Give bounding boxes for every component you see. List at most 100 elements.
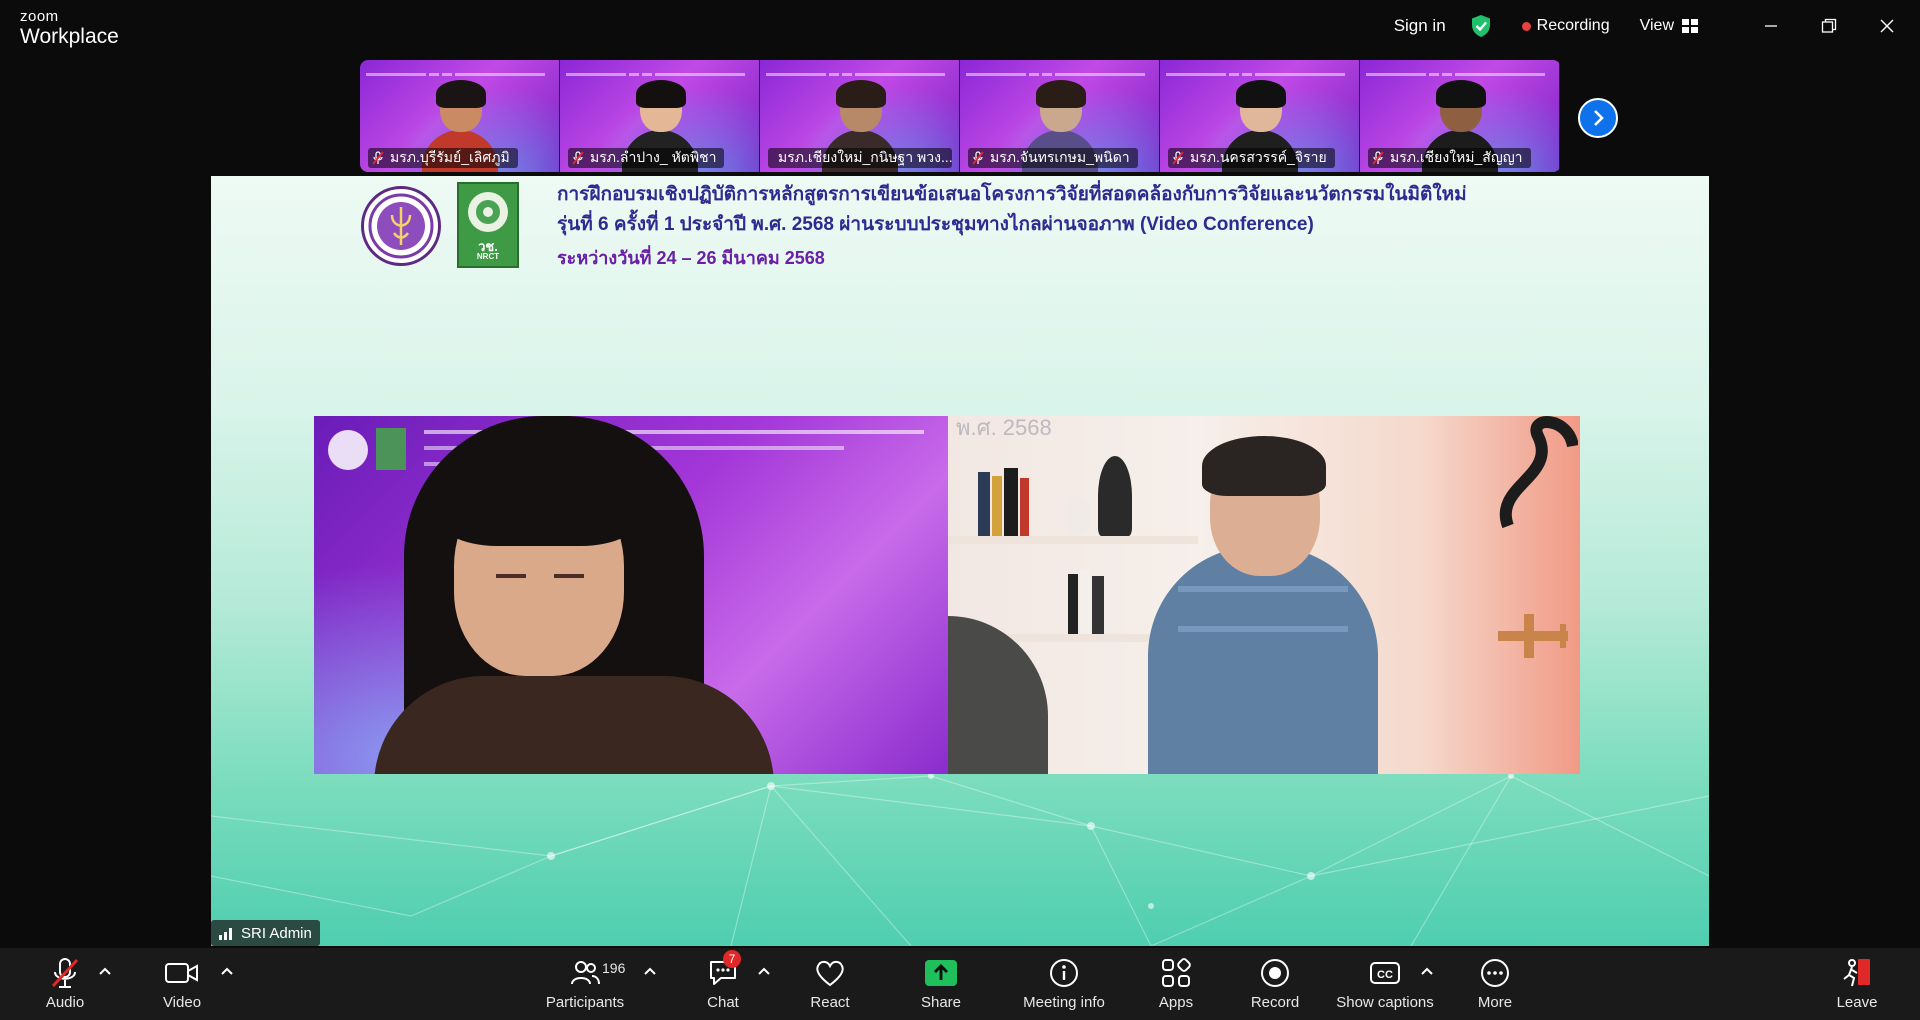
- presenter-video-left[interactable]: [314, 416, 948, 774]
- video-camera-icon: [165, 963, 198, 983]
- title-bar: zoom Workplace Sign in Recording View: [0, 0, 1920, 56]
- active-speaker-label: SRI Admin: [211, 920, 320, 946]
- video-label: Video: [162, 994, 202, 1011]
- participant-name-tag: มรภ.เชียงใหม่_สัญญา: [1368, 148, 1531, 168]
- close-window-button[interactable]: [1858, 0, 1916, 52]
- apps-button[interactable]: Apps: [1131, 956, 1221, 1011]
- participant-thumbnail[interactable]: มรภ.เชียงใหม่_สัญญา: [1360, 60, 1560, 172]
- react-label: React: [810, 994, 850, 1011]
- thumbnail-slide-header: [966, 66, 1154, 77]
- recording-label: Recording: [1536, 17, 1610, 34]
- participant-name-tag: มรภ.บุรีรัมย์_เลิศภูมิ: [368, 148, 518, 168]
- audio-options-caret-icon[interactable]: [98, 966, 112, 976]
- chat-button[interactable]: 7 Chat: [678, 950, 768, 1011]
- svg-text:CC: CC: [1377, 969, 1393, 981]
- view-label: View: [1639, 17, 1674, 34]
- audio-label: Audio: [45, 994, 85, 1011]
- participant-name: มรภ.บุรีรัมย์_เลิศภูมิ: [390, 149, 510, 165]
- participant-name: มรภ.เชียงใหม่_สัญญา: [1390, 149, 1523, 165]
- chat-label: Chat: [707, 994, 739, 1011]
- participant-thumbnail[interactable]: มรภ.เชียงใหม่_กนิษฐา พวง...: [760, 60, 960, 172]
- participant-name: มรภ.นครสวรรค์_จิราย: [1190, 149, 1327, 165]
- participants-count: 196: [602, 960, 626, 976]
- thumbnail-slide-header: [1366, 66, 1554, 77]
- participant-thumbnail[interactable]: มรภ.ลำปาง_ หัตพิชา: [560, 60, 760, 172]
- minimize-icon: [1765, 25, 1777, 27]
- video-overlay-text: พ.ศ. 2568: [956, 416, 1052, 440]
- apps-label: Apps: [1158, 994, 1194, 1011]
- more-button[interactable]: More: [1450, 956, 1540, 1011]
- video-options-caret-icon[interactable]: [220, 966, 234, 976]
- participants-icon: [571, 961, 600, 985]
- info-icon: [1050, 959, 1078, 987]
- shared-screen: วช. NRCT การฝึกอบรมเชิงปฏิบัติการหลักสูต…: [211, 176, 1709, 946]
- thumbnail-slide-header: [766, 66, 954, 77]
- show-captions-button[interactable]: CC Show captions: [1330, 956, 1440, 1011]
- chevron-right-icon: [1594, 110, 1604, 126]
- participant-name: มรภ.เชียงใหม่_กนิษฐา พวง...: [778, 149, 952, 165]
- close-icon: [1880, 19, 1894, 33]
- share-label: Share: [920, 994, 962, 1011]
- participants-options-caret-icon[interactable]: [643, 966, 657, 976]
- participant-thumbnail-strip: มรภ.บุรีรัมย์_เลิศภูมิ มรภ.ลำปาง_ หัตพิชา…: [360, 60, 1561, 172]
- restore-icon: [1821, 18, 1837, 33]
- react-button[interactable]: React: [785, 956, 875, 1011]
- meeting-info-label: Meeting info: [1023, 994, 1105, 1011]
- participants-button[interactable]: 196 Participants: [540, 956, 630, 1011]
- zoom-logo: zoom Workplace: [20, 9, 119, 47]
- closed-captions-icon: CC: [1370, 962, 1400, 984]
- leave-button[interactable]: Leave: [1812, 956, 1902, 1011]
- participant-name-tag: มรภ.เชียงใหม่_กนิษฐา พวง...: [768, 148, 952, 168]
- thumbnail-slide-header: [1166, 66, 1354, 77]
- captions-options-caret-icon[interactable]: [1420, 966, 1434, 976]
- meeting-toolbar: Audio Video 196 Participants 7 Chat Reac…: [0, 948, 1920, 1020]
- microphone-muted-icon: [572, 151, 584, 165]
- presenter-video-right[interactable]: พ.ศ. 2568: [948, 416, 1580, 774]
- participant-name-tag: มรภ.จันทรเกษม_พนิดา: [968, 148, 1138, 168]
- view-button[interactable]: View: [1640, 17, 1698, 35]
- microphone-muted-icon: [372, 151, 384, 165]
- university-seal-logo: [361, 186, 441, 266]
- chat-unread-badge: 7: [723, 950, 741, 968]
- brand-bottom: Workplace: [20, 25, 119, 48]
- participant-name: มรภ.จันทรเกษม_พนิดา: [990, 149, 1130, 165]
- record-icon: [1261, 959, 1289, 987]
- brand-top: zoom: [20, 8, 59, 25]
- nrct-logo: วช. NRCT: [457, 182, 519, 268]
- show-captions-label: Show captions: [1336, 994, 1434, 1011]
- signal-strength-icon: [219, 928, 232, 940]
- more-label: More: [1477, 994, 1513, 1011]
- encryption-shield-icon[interactable]: [1470, 14, 1492, 38]
- audio-button[interactable]: Audio: [20, 956, 110, 1011]
- record-button[interactable]: Record: [1230, 956, 1320, 1011]
- restore-button[interactable]: [1800, 0, 1858, 52]
- share-button[interactable]: Share: [896, 956, 986, 1011]
- participant-thumbnail[interactable]: มรภ.นครสวรรค์_จิราย: [1160, 60, 1360, 172]
- chat-options-caret-icon[interactable]: [757, 966, 771, 976]
- participant-thumbnail[interactable]: มรภ.บุรีรัมย์_เลิศภูมิ: [360, 60, 560, 172]
- sign-in-link[interactable]: Sign in: [1394, 16, 1446, 36]
- microphone-muted-icon: [972, 151, 984, 165]
- thumbnail-slide-header: [566, 66, 754, 77]
- participant-name: มรภ.ลำปาง_ หัตพิชา: [590, 149, 717, 165]
- share-screen-icon: [925, 960, 957, 986]
- next-page-button[interactable]: [1578, 98, 1618, 138]
- thumbnail-slide-header: [366, 66, 554, 77]
- participant-name-tag: มรภ.ลำปาง_ หัตพิชา: [568, 148, 725, 168]
- grid-view-icon: [1682, 19, 1698, 33]
- nrct-logo-subtext: NRCT: [476, 252, 500, 261]
- video-button[interactable]: Video: [137, 956, 227, 1011]
- headline-line-2: รุ่นที่ 6 ครั้งที่ 1 ประจำปี พ.ศ. 2568 ผ…: [557, 214, 1314, 235]
- apps-icon: [1162, 958, 1191, 987]
- microphone-muted-icon: [1372, 151, 1384, 165]
- leave-label: Leave: [1836, 994, 1878, 1011]
- speaker-name: SRI Admin: [241, 924, 312, 942]
- recording-indicator[interactable]: Recording: [1521, 17, 1610, 35]
- headline-line-3: ระหว่างวันที่ 24 – 26 มีนาคม 2568: [557, 248, 825, 268]
- meeting-info-button[interactable]: Meeting info: [1012, 956, 1116, 1011]
- record-label: Record: [1250, 994, 1300, 1011]
- minimize-button[interactable]: [1742, 0, 1800, 52]
- microphone-muted-icon: [1172, 151, 1184, 165]
- participant-thumbnail[interactable]: มรภ.จันทรเกษม_พนิดา: [960, 60, 1160, 172]
- heart-icon: [816, 960, 844, 987]
